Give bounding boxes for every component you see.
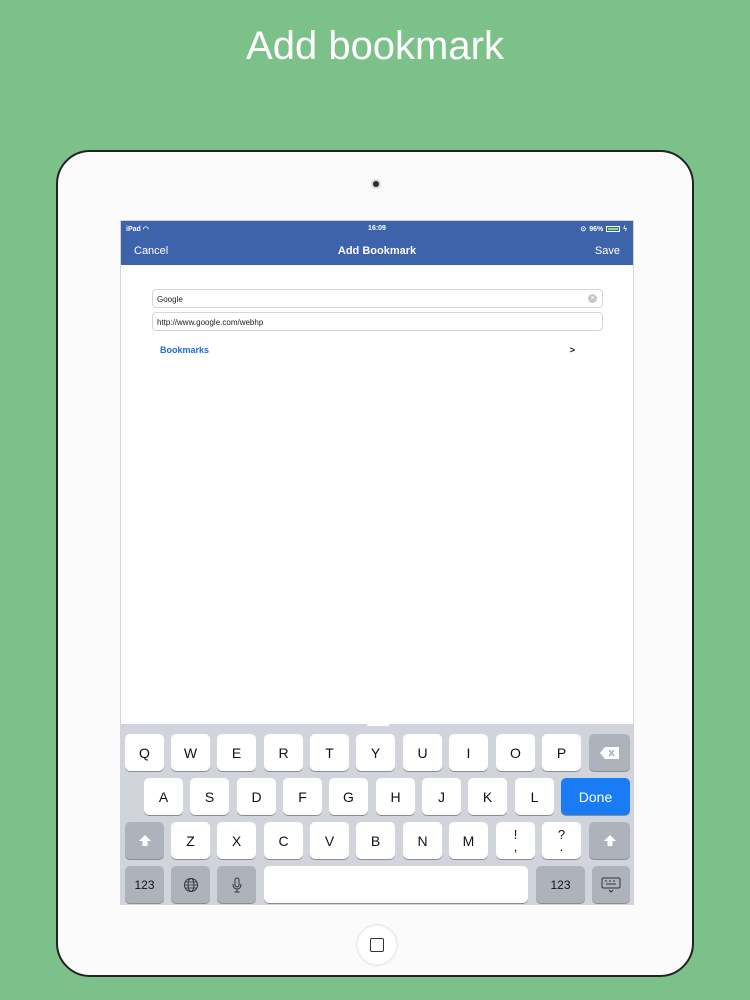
key-question-period[interactable]: ?. [542,822,581,859]
shift-key-left[interactable] [125,822,164,859]
home-button[interactable] [356,924,398,966]
globe-icon [183,877,198,892]
key-y[interactable]: Y [356,734,395,771]
key-v[interactable]: V [310,822,349,859]
key-n[interactable]: N [403,822,442,859]
numbers-key-right[interactable]: 123 [536,866,585,903]
key-d[interactable]: D [237,778,276,815]
shift-key-right[interactable] [589,822,630,859]
battery-percent: 96% [589,225,604,233]
key-l[interactable]: L [515,778,554,815]
status-bar: iPad ◠ 16:09 ⊙ 96% ϟ [121,221,633,237]
onscreen-keyboard: Q W E R T Y U I O P A S D F G H J K L Do… [121,723,633,904]
hide-keyboard-key[interactable] [592,866,630,903]
nav-bar: Cancel Add Bookmark Save [121,237,633,265]
microphone-icon [232,877,241,892]
key-f[interactable]: F [283,778,322,815]
folder-row-bookmarks[interactable]: Bookmarks > [160,345,575,355]
key-u[interactable]: U [403,734,442,771]
device-screen: iPad ◠ 16:09 ⊙ 96% ϟ Cancel Add Bookmark… [120,220,634,905]
shift-icon [138,834,151,846]
backspace-key[interactable] [589,734,630,771]
space-bar[interactable] [264,866,528,903]
key-z[interactable]: Z [171,822,210,859]
key-j[interactable]: J [422,778,461,815]
charging-icon: ϟ [623,225,627,233]
globe-key[interactable] [171,866,210,903]
key-bottom-char: , [513,838,518,854]
bookmark-title-field[interactable]: Google × [152,289,603,308]
key-exclaim-comma[interactable]: !, [496,822,535,859]
chevron-right-icon: > [569,345,575,355]
key-p[interactable]: P [542,734,581,771]
key-m[interactable]: M [449,822,488,859]
key-g[interactable]: G [329,778,368,815]
key-b[interactable]: B [356,822,395,859]
key-t[interactable]: T [310,734,349,771]
key-k[interactable]: K [468,778,507,815]
key-e[interactable]: E [217,734,256,771]
home-square-icon [370,938,384,952]
shift-icon [603,834,616,846]
ipad-frame: iPad ◠ 16:09 ⊙ 96% ϟ Cancel Add Bookmark… [56,150,694,977]
done-key[interactable]: Done [561,778,630,815]
key-bottom-char: . [559,838,564,854]
promo-headline: Add bookmark [246,24,504,68]
status-time: 16:09 [368,225,386,232]
key-s[interactable]: S [190,778,229,815]
bookmark-title-value: Google [157,295,183,304]
camera-dot [371,179,381,189]
key-a[interactable]: A [144,778,183,815]
keyboard-dismiss-icon [601,877,621,893]
key-x[interactable]: X [217,822,256,859]
keyboard-handle[interactable] [367,723,389,726]
key-o[interactable]: O [496,734,535,771]
numbers-key-left[interactable]: 123 [125,866,164,903]
backspace-icon [599,746,619,759]
bookmark-url-field[interactable]: http://www.google.com/webhp [152,312,603,331]
key-q[interactable]: Q [125,734,164,771]
page-title: Add Bookmark [337,245,417,257]
key-h[interactable]: H [376,778,415,815]
battery-icon [606,226,621,232]
key-w[interactable]: W [171,734,210,771]
key-r[interactable]: R [264,734,303,771]
key-c[interactable]: C [264,822,303,859]
dictation-key[interactable] [217,866,256,903]
bookmark-url-value: http://www.google.com/webhp [157,318,264,327]
clear-text-icon[interactable]: × [588,294,597,303]
key-i[interactable]: I [449,734,488,771]
folder-label: Bookmarks [160,345,210,355]
save-button[interactable]: Save [595,245,620,257]
orientation-lock-icon: ⊙ [580,226,587,233]
status-right: ⊙ 96% ϟ [580,225,627,234]
